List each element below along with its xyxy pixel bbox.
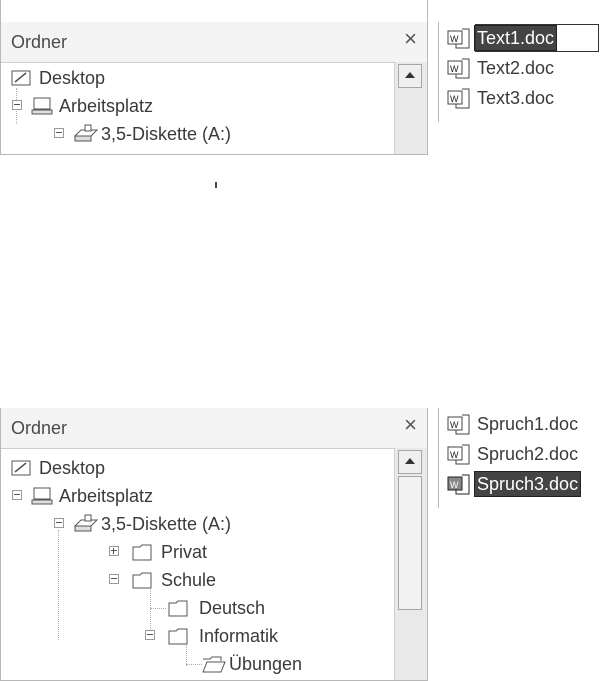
svg-text:W: W [450,64,459,74]
folder-icon [131,570,155,596]
scroll-up-arrow-icon[interactable] [398,64,422,88]
tree-node-label: Arbeitsplatz [59,486,154,506]
tree-node-arbeitsplatz[interactable]: Arbeitsplatz [11,94,391,118]
vertical-scrollbar[interactable] [394,448,427,680]
tree-node-informatik[interactable]: Informatik [141,624,395,648]
bottom-folder-pane: Ordner × Desktop Arbeitsplatz 3,5-Disket… [0,408,428,681]
word-document-icon: W [447,58,471,86]
tree-node-label: Deutsch [199,598,266,618]
tree-node-privat[interactable]: Privat [95,540,395,564]
tree-node-label: Schule [161,570,217,590]
top-file-pane: W Text1.doc W Text2.doc W Text3.doc [438,22,605,122]
svg-text:W: W [450,450,459,460]
collapse-toggle[interactable] [145,630,155,640]
collapse-toggle[interactable] [109,574,119,584]
tree-node-floppy[interactable]: 3,5-Diskette (A:) [53,512,393,536]
tree-node-desktop[interactable]: Desktop [11,66,391,90]
floppy-drive-icon [73,124,99,150]
tree-node-label: 3,5-Diskette (A:) [101,124,232,144]
folder-icon [167,626,191,652]
file-item-text2[interactable]: W Text2.doc [445,56,605,80]
close-icon[interactable]: × [404,412,417,438]
floppy-drive-icon [73,514,99,540]
tree-node-schule[interactable]: Schule [95,568,395,592]
desktop-icon [11,458,33,484]
file-name: Text2.doc [477,58,555,78]
file-name: Spruch3.doc [473,471,582,497]
rename-frame [475,24,599,52]
folder-pane-header: Ordner × [1,408,427,449]
tree-node-floppy[interactable]: 3,5-Diskette (A:) [53,122,393,146]
tree-node-label: Privat [161,542,208,562]
folder-tree: Desktop Arbeitsplatz 3,5-Diskette (A:) [1,62,395,154]
computer-icon [31,486,55,512]
tree-node-deutsch[interactable]: Deutsch [141,596,395,620]
file-item-spruch2[interactable]: W Spruch2.doc [445,442,605,466]
tree-node-label: 3,5-Diskette (A:) [101,514,232,534]
tree-node-arbeitsplatz[interactable]: Arbeitsplatz [11,484,391,508]
folder-pane-header: Ordner × [1,22,427,63]
close-icon[interactable]: × [404,26,417,52]
folder-icon [131,542,155,568]
computer-icon [31,96,55,122]
bottom-file-pane: W Spruch1.doc W Spruch2.doc W Spruch3.do… [438,408,605,508]
svg-text:W: W [450,420,459,430]
file-name: Spruch1.doc [477,414,579,434]
svg-text:W: W [450,480,459,490]
tree-node-label: Desktop [39,68,106,88]
folder-tree: Desktop Arbeitsplatz 3,5-Diskette (A:) P… [1,448,395,680]
file-item-spruch1[interactable]: W Spruch1.doc [445,412,605,436]
tree-node-desktop[interactable]: Desktop [11,456,391,480]
collapse-toggle[interactable] [54,518,64,528]
scroll-up-arrow-icon[interactable] [398,450,422,474]
folder-pane-title: Ordner [11,32,68,52]
tree-node-label: Arbeitsplatz [59,96,154,116]
collapse-toggle[interactable] [12,100,22,110]
file-name: Spruch2.doc [477,444,579,464]
tree-node-label: Übungen [229,654,303,674]
folder-icon [167,598,191,624]
word-document-icon: W [447,28,471,56]
folder-pane-title: Ordner [11,418,68,438]
top-folder-pane: Ordner × Desktop Arbeitsplatz 3,5-Disket… [0,0,428,155]
file-name: Text3.doc [477,88,555,108]
vertical-scrollbar[interactable] [394,62,427,154]
scroll-thumb[interactable] [398,476,422,610]
word-document-icon: W [447,414,471,442]
desktop-icon [11,68,33,94]
collapse-toggle[interactable] [54,128,64,138]
word-document-icon: W [447,88,471,116]
scan-artifact [215,182,217,188]
expand-toggle[interactable] [109,546,119,556]
svg-text:W: W [450,34,459,44]
tree-node-uebungen[interactable]: Übungen [177,652,395,676]
open-folder-icon [201,654,227,680]
collapse-toggle[interactable] [12,490,22,500]
word-document-icon: W [447,474,471,502]
file-item-text3[interactable]: W Text3.doc [445,86,605,110]
tree-node-label: Informatik [199,626,279,646]
svg-text:W: W [450,94,459,104]
file-item-spruch3[interactable]: W Spruch3.doc [445,471,605,497]
tree-node-label: Desktop [39,458,106,478]
word-document-icon: W [447,444,471,472]
